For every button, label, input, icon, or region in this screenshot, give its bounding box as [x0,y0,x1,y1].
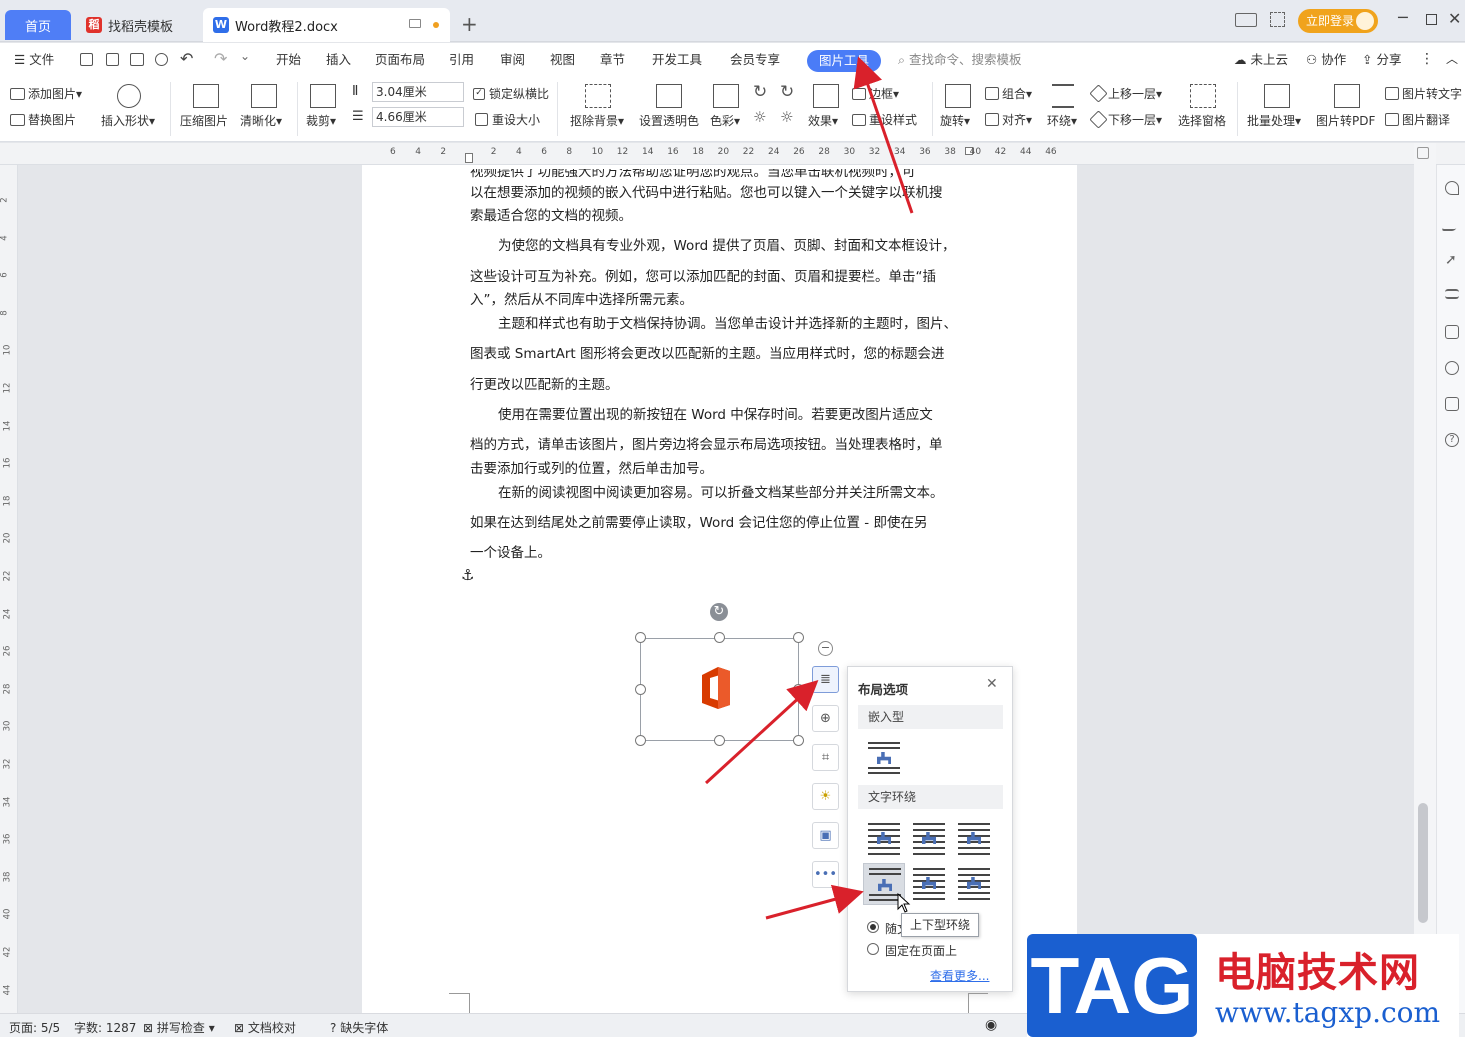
missing-font-button[interactable]: ? 缺失字体 [330,1019,388,1036]
cursor-select-icon[interactable]: ➚ [1445,253,1459,267]
page-count[interactable]: 页面: 5/5 [9,1019,60,1036]
spell-check-button[interactable]: ⊠ 拼写检查 ▾ [143,1019,215,1036]
book-icon[interactable] [1445,397,1459,411]
proofread-button[interactable]: ⊠ 文档校对 [234,1019,296,1036]
right-side-panel: ➚ ? [1436,165,1465,1013]
location-icon[interactable] [1445,361,1459,375]
missing-font-label: 缺失字体 [340,1021,389,1035]
scroll-top-icon[interactable] [1417,147,1429,159]
image-panel-icon[interactable] [1445,325,1459,339]
rocket-icon[interactable] [1445,181,1459,195]
scrollbar-thumb[interactable] [1418,803,1428,923]
arrow-to-layout-button [704,679,819,785]
watermark-tag-logo: TAG [1027,934,1197,1037]
site-watermark: TAG 电脑技术网 www.tagxp.com [1027,934,1459,1037]
vertical-scrollbar[interactable] [1414,143,1436,1013]
proofread-label: 文档校对 [247,1021,296,1035]
eye-protect-icon[interactable]: ◉ [985,1017,997,1033]
page-corner-mark [968,993,988,1013]
watermark-site-name: 电脑技术网 [1215,950,1420,996]
sliders-icon[interactable] [1445,289,1459,299]
annotation-arrows [704,56,914,920]
pen-icon[interactable] [1440,217,1464,231]
spell-check-label: 拼写检查 [156,1021,205,1035]
arrow-to-top-bottom-wrap [765,884,864,920]
help-icon[interactable]: ? [1445,433,1459,447]
watermark-url: www.tagxp.com [1215,996,1441,1029]
arrow-to-picture-tools [853,56,914,214]
page-corner-mark [449,993,470,1013]
word-count[interactable]: 字数: 1287 [74,1019,136,1036]
